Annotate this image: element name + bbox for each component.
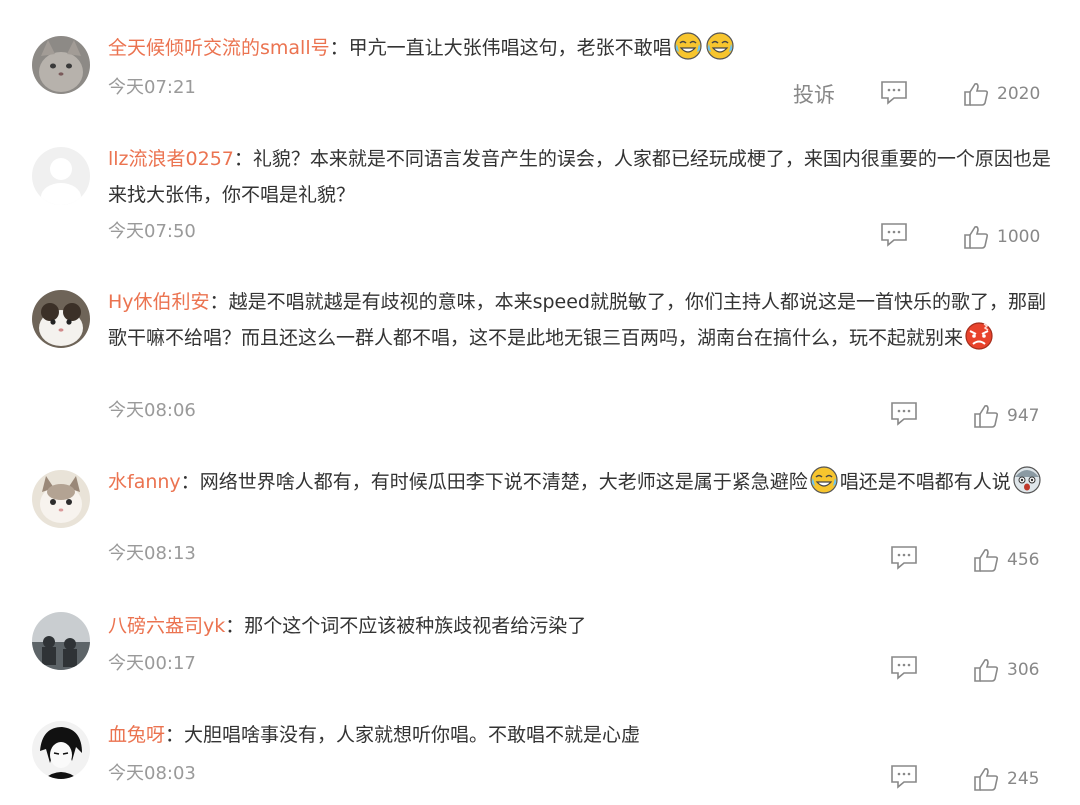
cat-avatar-icon: [32, 290, 90, 348]
laugh-cry-emoji-icon: [705, 31, 735, 61]
comment-time: 今天08:03: [108, 763, 196, 784]
people-avatar-icon: [32, 612, 90, 670]
thumbs-up-icon: [974, 405, 999, 428]
comment-reply-icon: [881, 81, 907, 105]
comment-text-block: 水fanny：网络世界啥人都有，有时候瓜田李下说不清楚，大老师这是属于紧急避险 唱…: [108, 464, 1053, 500]
thumbs-up-icon: [974, 659, 999, 682]
colon: ：: [329, 37, 349, 59]
cat-avatar-icon: [32, 470, 90, 528]
comment-content: 甲亢一直让大张伟唱这句，老张不敢唱: [348, 37, 672, 59]
comment-username[interactable]: llz流浪者0257: [108, 148, 234, 170]
comment-username[interactable]: 水fanny: [108, 471, 181, 493]
like-button[interactable]: 456: [973, 547, 1039, 573]
comment-time: 今天08:13: [108, 543, 196, 564]
thumbs-up-icon: [964, 226, 989, 249]
comment-time: 今天00:17: [108, 653, 196, 674]
like-count: 306: [1007, 660, 1040, 680]
colon: ：: [180, 471, 200, 493]
user-avatar[interactable]: [32, 721, 90, 779]
comment-text-block: 全天候倾听交流的small号：甲亢一直让大张伟唱这句，老张不敢唱: [108, 30, 1053, 66]
laugh-cry-emoji-icon: [673, 31, 703, 61]
anime-avatar-icon: [32, 721, 90, 779]
like-button[interactable]: 2020: [963, 81, 1040, 107]
user-avatar[interactable]: [32, 470, 90, 528]
like-count: 2020: [997, 84, 1041, 104]
colon: ：: [225, 615, 245, 637]
comment-content: 网络世界啥人都有，有时候瓜田李下说不清楚，大老师这是属于紧急避险: [199, 471, 808, 493]
default-avatar-icon: [32, 147, 90, 205]
like-button[interactable]: 245: [973, 766, 1039, 792]
comment-reply-icon: [891, 402, 917, 426]
colon: ：: [209, 291, 229, 313]
comment-reply-icon: [881, 223, 907, 247]
comment-time: 今天08:06: [108, 400, 196, 421]
comment-content-tail: 唱还是不唱都有人说: [839, 471, 1011, 493]
thumbs-up-icon: [974, 549, 999, 572]
comment-text-block: 血兔呀：大胆唱啥事没有，人家就想听你唱。不敢唱不就是心虚: [108, 717, 1053, 753]
comment-content: 大胆唱啥事没有，人家就想听你唱。不敢唱不就是心虚: [184, 724, 641, 746]
reply-button[interactable]: [890, 545, 918, 571]
comment-username[interactable]: 血兔呀: [108, 724, 165, 746]
colon: ：: [165, 724, 185, 746]
thumbs-up-icon: [974, 768, 999, 791]
cat-avatar-icon: [32, 36, 90, 94]
comment-time: 今天07:21: [108, 77, 196, 98]
laugh-cry-emoji-icon: [809, 465, 839, 495]
comment-username[interactable]: 八磅六盎司yk: [108, 615, 225, 637]
user-avatar[interactable]: [32, 612, 90, 670]
user-avatar[interactable]: [32, 290, 90, 348]
like-count: 245: [1007, 769, 1040, 789]
like-button[interactable]: 947: [973, 403, 1039, 429]
user-avatar[interactable]: [32, 36, 90, 94]
report-link[interactable]: 投诉: [793, 79, 835, 109]
comment-username[interactable]: Hy休伯利安: [108, 291, 210, 313]
comment-text-block: llz流浪者0257：礼貌？本来就是不同语言发音产生的误会，人家都已经玩成梗了，…: [108, 141, 1053, 213]
colon: ：: [233, 148, 253, 170]
like-button[interactable]: 1000: [963, 224, 1040, 250]
comment-content: 越是不唱就越是有歧视的意味，本来speed就脱敏了，你们主持人都说这是一首快乐的…: [108, 291, 1046, 349]
reply-button[interactable]: [890, 401, 918, 427]
thumbs-up-icon: [964, 83, 989, 106]
comment-reply-icon: [891, 765, 917, 789]
like-count: 1000: [997, 227, 1041, 247]
comment-username[interactable]: 全天候倾听交流的small号: [108, 37, 330, 59]
comment-time: 今天07:50: [108, 221, 196, 242]
comment-reply-icon: [891, 656, 917, 680]
like-count: 947: [1007, 406, 1040, 426]
user-avatar[interactable]: [32, 147, 90, 205]
reply-button[interactable]: [880, 80, 908, 106]
angry-emoji-icon: [964, 321, 994, 351]
comment-text-block: Hy休伯利安：越是不唱就越是有歧视的意味，本来speed就脱敏了，你们主持人都说…: [108, 284, 1053, 356]
comment-reply-icon: [891, 546, 917, 570]
reply-button[interactable]: [890, 764, 918, 790]
comment-text-block: 八磅六盎司yk：那个这个词不应该被种族歧视者给污染了: [108, 608, 1053, 644]
reply-button[interactable]: [880, 222, 908, 248]
like-count: 456: [1007, 550, 1040, 570]
reply-button[interactable]: [890, 655, 918, 681]
like-button[interactable]: 306: [973, 657, 1039, 683]
scared-emoji-icon: [1012, 465, 1042, 495]
comment-content: 那个这个词不应该被种族歧视者给污染了: [244, 615, 587, 637]
